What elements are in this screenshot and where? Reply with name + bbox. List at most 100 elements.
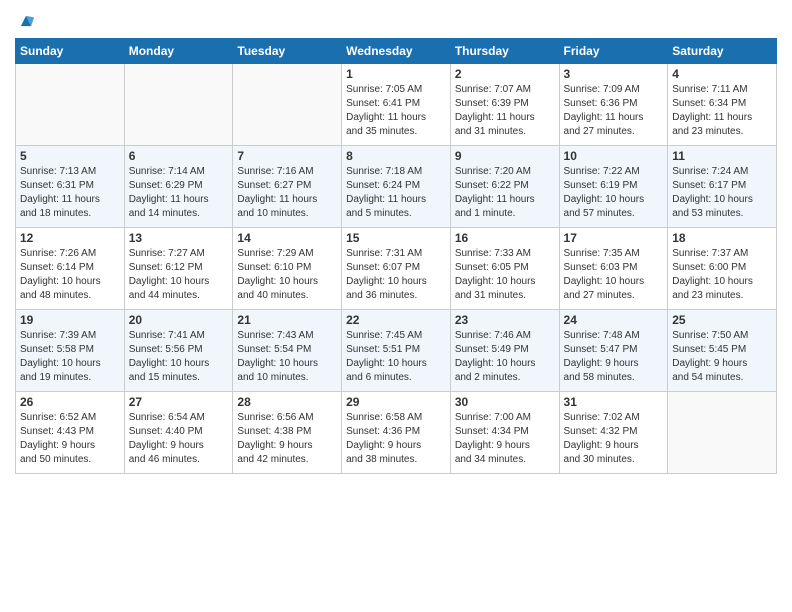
calendar-cell: 1 Sunrise: 7:05 AM Sunset: 6:41 PM Daylig… [342,64,451,146]
calendar-cell: 4Sunrise: 7:11 AM Sunset: 6:34 PM Daylig… [668,64,777,146]
weekday-header: Saturday [668,39,777,64]
day-number: 5 [20,149,120,163]
calendar-cell: 6 Sunrise: 7:14 AM Sunset: 6:29 PM Daylig… [124,146,233,228]
calendar-cell: 19Sunrise: 7:39 AM Sunset: 5:58 PM Dayli… [16,310,125,392]
day-number: 28 [237,395,337,409]
day-info: Sunrise: 7:27 AM Sunset: 6:12 PM Dayligh… [129,247,229,303]
day-info: Sunrise: 7:13 AM Sunset: 6:31 PM Dayligh… [20,165,120,221]
day-info: Sunrise: 7:14 AM Sunset: 6:29 PM Dayligh… [129,165,229,221]
day-number: 23 [455,313,555,327]
day-number: 18 [672,231,772,245]
day-info: Sunrise: 7:26 AM Sunset: 6:14 PM Dayligh… [20,247,120,303]
day-number: 6 [129,149,229,163]
day-info: Sunrise: 7:31 AM Sunset: 6:07 PM Dayligh… [346,247,446,303]
calendar-cell: 8 Sunrise: 7:18 AM Sunset: 6:24 PM Daylig… [342,146,451,228]
calendar-cell: 10Sunrise: 7:22 AM Sunset: 6:19 PM Dayli… [559,146,668,228]
calendar-cell: 24 Sunrise: 7:48 AM Sunset: 5:47 PM Dayli… [559,310,668,392]
calendar-cell: 31Sunrise: 7:02 AM Sunset: 4:32 PM Dayli… [559,392,668,474]
calendar-cell: 18 Sunrise: 7:37 AM Sunset: 6:00 PM Dayli… [668,228,777,310]
day-info: Sunrise: 7:39 AM Sunset: 5:58 PM Dayligh… [20,329,120,385]
day-number: 24 [564,313,664,327]
weekday-header: Monday [124,39,233,64]
header [15,10,777,32]
day-info: Sunrise: 7:41 AM Sunset: 5:56 PM Dayligh… [129,329,229,385]
day-info: Sunrise: 7:16 AM Sunset: 6:27 PM Dayligh… [237,165,337,221]
week-row: 19Sunrise: 7:39 AM Sunset: 5:58 PM Dayli… [16,310,777,392]
week-row: 5 Sunrise: 7:13 AM Sunset: 6:31 PM Daylig… [16,146,777,228]
week-row: 1 Sunrise: 7:05 AM Sunset: 6:41 PM Daylig… [16,64,777,146]
day-info: Sunrise: 6:56 AM Sunset: 4:38 PM Dayligh… [237,411,337,467]
day-info: Sunrise: 7:02 AM Sunset: 4:32 PM Dayligh… [564,411,664,467]
calendar-cell: 29 Sunrise: 6:58 AM Sunset: 4:36 PM Dayli… [342,392,451,474]
week-row: 12 Sunrise: 7:26 AM Sunset: 6:14 PM Dayli… [16,228,777,310]
day-number: 11 [672,149,772,163]
day-info: Sunrise: 7:45 AM Sunset: 5:51 PM Dayligh… [346,329,446,385]
day-number: 21 [237,313,337,327]
calendar-cell: 30Sunrise: 7:00 AM Sunset: 4:34 PM Dayli… [450,392,559,474]
calendar-cell: 12 Sunrise: 7:26 AM Sunset: 6:14 PM Dayli… [16,228,125,310]
calendar-cell: 15 Sunrise: 7:31 AM Sunset: 6:07 PM Dayli… [342,228,451,310]
calendar-cell: 22 Sunrise: 7:45 AM Sunset: 5:51 PM Dayli… [342,310,451,392]
day-info: Sunrise: 7:29 AM Sunset: 6:10 PM Dayligh… [237,247,337,303]
day-info: Sunrise: 7:43 AM Sunset: 5:54 PM Dayligh… [237,329,337,385]
day-number: 29 [346,395,446,409]
week-row: 26 Sunrise: 6:52 AM Sunset: 4:43 PM Dayli… [16,392,777,474]
day-number: 1 [346,67,446,81]
day-info: Sunrise: 7:18 AM Sunset: 6:24 PM Dayligh… [346,165,446,221]
calendar-cell: 14 Sunrise: 7:29 AM Sunset: 6:10 PM Dayli… [233,228,342,310]
weekday-header: Thursday [450,39,559,64]
day-number: 17 [564,231,664,245]
calendar-cell: 25 Sunrise: 7:50 AM Sunset: 5:45 PM Dayli… [668,310,777,392]
day-number: 16 [455,231,555,245]
calendar-cell: 11Sunrise: 7:24 AM Sunset: 6:17 PM Dayli… [668,146,777,228]
day-number: 12 [20,231,120,245]
day-info: Sunrise: 7:09 AM Sunset: 6:36 PM Dayligh… [564,83,664,139]
calendar-header-row: SundayMondayTuesdayWednesdayThursdayFrid… [16,39,777,64]
day-info: Sunrise: 7:11 AM Sunset: 6:34 PM Dayligh… [672,83,772,139]
calendar-cell: 26 Sunrise: 6:52 AM Sunset: 4:43 PM Dayli… [16,392,125,474]
day-number: 22 [346,313,446,327]
calendar-cell: 21 Sunrise: 7:43 AM Sunset: 5:54 PM Dayli… [233,310,342,392]
day-number: 14 [237,231,337,245]
calendar-cell: 27Sunrise: 6:54 AM Sunset: 4:40 PM Dayli… [124,392,233,474]
day-info: Sunrise: 7:20 AM Sunset: 6:22 PM Dayligh… [455,165,555,221]
day-info: Sunrise: 7:07 AM Sunset: 6:39 PM Dayligh… [455,83,555,139]
day-info: Sunrise: 7:48 AM Sunset: 5:47 PM Dayligh… [564,329,664,385]
day-info: Sunrise: 6:54 AM Sunset: 4:40 PM Dayligh… [129,411,229,467]
calendar-cell [233,64,342,146]
day-info: Sunrise: 7:46 AM Sunset: 5:49 PM Dayligh… [455,329,555,385]
day-number: 13 [129,231,229,245]
day-number: 3 [564,67,664,81]
day-number: 26 [20,395,120,409]
day-number: 20 [129,313,229,327]
day-number: 25 [672,313,772,327]
day-info: Sunrise: 7:00 AM Sunset: 4:34 PM Dayligh… [455,411,555,467]
calendar-cell: 20 Sunrise: 7:41 AM Sunset: 5:56 PM Dayli… [124,310,233,392]
day-info: Sunrise: 7:35 AM Sunset: 6:03 PM Dayligh… [564,247,664,303]
weekday-header: Sunday [16,39,125,64]
day-info: Sunrise: 6:58 AM Sunset: 4:36 PM Dayligh… [346,411,446,467]
day-number: 15 [346,231,446,245]
day-number: 7 [237,149,337,163]
calendar-cell: 23 Sunrise: 7:46 AM Sunset: 5:49 PM Dayli… [450,310,559,392]
day-info: Sunrise: 7:50 AM Sunset: 5:45 PM Dayligh… [672,329,772,385]
day-info: Sunrise: 7:37 AM Sunset: 6:00 PM Dayligh… [672,247,772,303]
calendar-cell: 5 Sunrise: 7:13 AM Sunset: 6:31 PM Daylig… [16,146,125,228]
calendar-cell: 2Sunrise: 7:07 AM Sunset: 6:39 PM Daylig… [450,64,559,146]
calendar-cell [124,64,233,146]
calendar-cell: 9 Sunrise: 7:20 AM Sunset: 6:22 PM Daylig… [450,146,559,228]
calendar-cell: 3 Sunrise: 7:09 AM Sunset: 6:36 PM Daylig… [559,64,668,146]
logo-icon [15,10,37,32]
page-container: SundayMondayTuesdayWednesdayThursdayFrid… [0,0,792,484]
day-info: Sunrise: 7:22 AM Sunset: 6:19 PM Dayligh… [564,165,664,221]
calendar-cell: 7 Sunrise: 7:16 AM Sunset: 6:27 PM Daylig… [233,146,342,228]
calendar-cell: 17 Sunrise: 7:35 AM Sunset: 6:03 PM Dayli… [559,228,668,310]
calendar-cell: 16Sunrise: 7:33 AM Sunset: 6:05 PM Dayli… [450,228,559,310]
weekday-header: Tuesday [233,39,342,64]
logo [15,10,37,32]
day-number: 8 [346,149,446,163]
calendar-cell: 13 Sunrise: 7:27 AM Sunset: 6:12 PM Dayli… [124,228,233,310]
day-info: Sunrise: 6:52 AM Sunset: 4:43 PM Dayligh… [20,411,120,467]
day-number: 9 [455,149,555,163]
day-info: Sunrise: 7:05 AM Sunset: 6:41 PM Dayligh… [346,83,446,139]
